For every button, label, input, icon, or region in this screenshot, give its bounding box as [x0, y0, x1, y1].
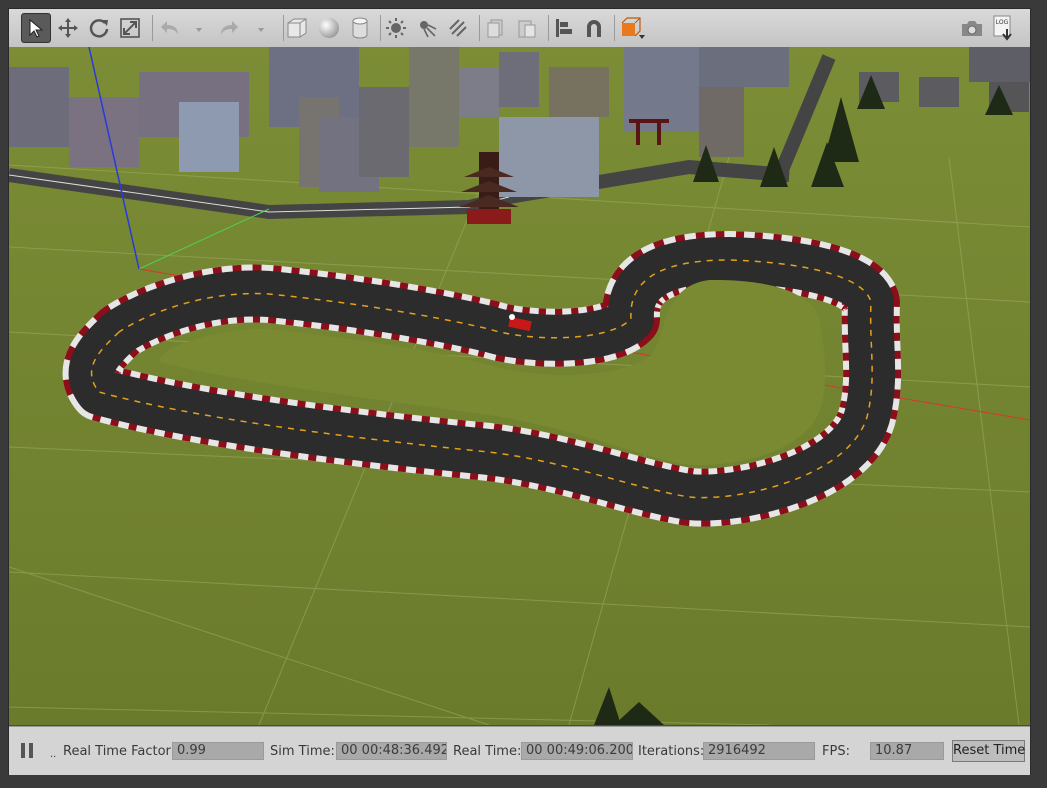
scale-mode-button[interactable]: [115, 13, 145, 43]
translate-mode-button[interactable]: [53, 13, 83, 43]
redo-icon: [221, 21, 238, 35]
view-angle-icon: [621, 17, 645, 39]
pause-icon: [29, 743, 33, 758]
arrow-cursor-icon: [29, 18, 44, 38]
rotate-icon: [89, 19, 109, 38]
scene-render: [9, 47, 1030, 725]
point-light-button[interactable]: [381, 13, 411, 43]
align-button[interactable]: [549, 13, 579, 43]
pause-button[interactable]: [19, 742, 37, 760]
scale-icon: [120, 18, 140, 38]
cylinder-icon: [352, 17, 368, 39]
real-time-factor-label: Real Time Factor:: [63, 744, 176, 759]
cylinder-shape-button[interactable]: [345, 13, 375, 43]
step-indicator: ..: [50, 749, 57, 760]
select-mode-button[interactable]: [21, 13, 51, 43]
iterations-label: Iterations:: [638, 744, 705, 759]
copy-icon: [487, 19, 503, 38]
fps-label: FPS:: [822, 744, 850, 759]
toolbar: LOG: [9, 9, 1030, 48]
rotate-mode-button[interactable]: [84, 13, 114, 43]
log-icon-label: LOG: [996, 19, 1009, 26]
status-bar: .. Real Time Factor: 0.99 Sim Time: 00 0…: [9, 726, 1030, 775]
toolbar-separator: [479, 15, 480, 41]
undo-icon: [161, 21, 178, 35]
sim-time-value: 00 00:48:36.492: [336, 742, 447, 760]
redo-button[interactable]: [214, 13, 244, 43]
3d-viewport[interactable]: [9, 47, 1030, 725]
pause-icon: [21, 743, 25, 758]
iterations-value: 2916492: [703, 742, 815, 760]
box-icon: [287, 18, 307, 38]
spotlight-icon: [420, 21, 437, 38]
paste-icon: [518, 20, 536, 38]
view-angle-button[interactable]: [617, 13, 647, 43]
undo-dropdown-icon[interactable]: [196, 28, 202, 32]
spot-light-button[interactable]: [412, 13, 442, 43]
move-arrows-icon: [58, 18, 78, 38]
paste-button[interactable]: [512, 13, 542, 43]
fps-value: 10.87: [870, 742, 944, 760]
camera-icon: [962, 21, 982, 36]
copy-button[interactable]: [481, 13, 511, 43]
toolbar-separator: [152, 15, 153, 41]
directional-light-icon: [449, 19, 467, 37]
magnet-icon: [587, 20, 601, 37]
reset-time-button[interactable]: Reset Time: [952, 740, 1025, 762]
undo-button[interactable]: [155, 13, 185, 43]
real-time-value: 00 00:49:06.200: [521, 742, 633, 760]
box-shape-button[interactable]: [282, 13, 312, 43]
sphere-shape-button[interactable]: [314, 13, 344, 43]
align-icon: [556, 19, 572, 37]
snap-button[interactable]: [579, 13, 609, 43]
log-button[interactable]: LOG: [988, 13, 1018, 43]
sphere-icon: [319, 18, 339, 38]
real-time-label: Real Time:: [453, 744, 522, 759]
log-icon: LOG: [993, 15, 1012, 41]
sim-time-label: Sim Time:: [270, 744, 335, 759]
sun-icon: [386, 18, 406, 38]
screenshot-button[interactable]: [957, 13, 987, 43]
redo-dropdown-icon[interactable]: [258, 28, 264, 32]
directional-light-button[interactable]: [443, 13, 473, 43]
real-time-factor-value: 0.99: [172, 742, 264, 760]
toolbar-separator: [614, 15, 615, 41]
